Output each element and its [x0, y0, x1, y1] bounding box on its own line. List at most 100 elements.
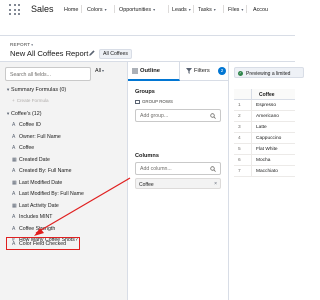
- nav-divider: [246, 5, 247, 13]
- field-label: Last Activity Date: [19, 202, 59, 209]
- nav-item-label: Tasks: [198, 7, 212, 13]
- column-pill-label: Coffee: [139, 181, 154, 188]
- app-launcher-icon[interactable]: [9, 4, 21, 16]
- close-icon[interactable]: ×: [214, 181, 217, 187]
- highlight-box: [6, 237, 80, 250]
- tab-label: Filters: [194, 68, 210, 74]
- table-row: 7 Macchiato: [234, 166, 295, 177]
- outline-icon: [132, 68, 138, 74]
- chevron-down-icon[interactable]: ▾: [31, 43, 33, 47]
- tab-outline[interactable]: Outline: [128, 62, 180, 81]
- pencil-icon[interactable]: [88, 49, 96, 57]
- group-summary-formulas[interactable]: ▼Summary Formulas (0): [6, 87, 66, 93]
- nav-item-home[interactable]: Home: [64, 7, 78, 13]
- add-group-input[interactable]: Add group...: [135, 109, 221, 122]
- chevron-down-icon[interactable]: ▾: [153, 7, 155, 12]
- column-divider: [251, 166, 252, 177]
- field-item[interactable]: A Coffee ID: [12, 122, 41, 128]
- date-field-type-icon: ▦: [12, 202, 17, 209]
- column-divider: [251, 111, 252, 122]
- text-field-type-icon: A: [12, 225, 16, 232]
- nav-item-label: Opportunities: [119, 7, 152, 13]
- group-rows-label: GROUP ROWS: [135, 99, 173, 104]
- column-pill-coffee[interactable]: Coffee ×: [135, 178, 221, 189]
- field-item[interactable]: A Owner: Full Name: [12, 134, 61, 140]
- field-item[interactable]: ▦ Created Date: [12, 157, 50, 163]
- app-name: Sales: [31, 4, 54, 14]
- text-field-type-icon: A: [12, 145, 16, 151]
- nav-item-accounts[interactable]: Accou: [253, 7, 268, 13]
- nav-item-tasks[interactable]: Tasks ▾: [198, 7, 216, 13]
- groups-title: Groups: [135, 89, 155, 95]
- nav-item-leads[interactable]: Leads ▾: [172, 7, 191, 13]
- report-type-menu[interactable]: REPORT▾: [10, 42, 33, 47]
- field-type-filter-label: All: [95, 68, 101, 74]
- preview-status-text: Previewing a limited: [246, 70, 291, 77]
- tab-filters[interactable]: Filters 2: [180, 62, 229, 81]
- field-label: Created By: Full Name: [19, 168, 72, 174]
- text-field-type-icon: A: [12, 214, 16, 220]
- field-item[interactable]: A Last Modified By: Full Name: [12, 191, 84, 197]
- column-divider: [251, 100, 252, 111]
- group-rows-text: GROUP ROWS: [142, 99, 173, 104]
- date-field-type-icon: ▦: [12, 179, 17, 186]
- field-label: Includes MINT: [19, 214, 53, 220]
- preview-panel: ✓ Previewing a limited Coffee 1 Espresso …: [229, 62, 304, 300]
- filter-icon: [186, 68, 192, 74]
- field-type-filter[interactable]: All▾: [95, 68, 104, 74]
- group-coffees[interactable]: ▼Coffee's (12): [6, 111, 42, 117]
- chevron-down-icon[interactable]: ▾: [214, 7, 216, 12]
- add-column-input[interactable]: Add column...: [135, 162, 221, 175]
- nav-divider: [81, 5, 82, 13]
- preview-status: ✓ Previewing a limited: [234, 67, 304, 78]
- nav-divider: [223, 5, 224, 13]
- search-icon: [210, 113, 216, 119]
- field-label: Last Modified Date: [19, 179, 63, 186]
- chevron-down-icon[interactable]: ▾: [105, 7, 107, 12]
- field-item[interactable]: ▦ Last Modified Date: [12, 180, 62, 186]
- nav-item-colors[interactable]: Colors ▾: [87, 7, 107, 13]
- cell-value: Americano: [256, 113, 279, 119]
- create-formula-link[interactable]: + Create Formula: [12, 98, 49, 103]
- tab-label: Outline: [140, 68, 160, 74]
- report-type-label: REPORT: [10, 42, 31, 47]
- chevron-down-icon[interactable]: ▾: [189, 7, 191, 12]
- column-divider: [251, 122, 252, 133]
- chevron-down-icon[interactable]: ▾: [241, 7, 243, 12]
- filter-count-badge: 2: [218, 67, 226, 75]
- field-item[interactable]: ▦ Last Activity Date: [12, 203, 59, 209]
- row-number: 6: [238, 157, 241, 163]
- nav-item-label: Colors: [87, 7, 103, 13]
- table-row: 2 Americano: [234, 111, 295, 122]
- field-label: Last Modified By: Full Name: [19, 191, 84, 197]
- nav-item-label: Files: [228, 7, 240, 13]
- create-formula-label: Create Formula: [16, 98, 49, 103]
- table-row: 5 Flat White: [234, 144, 295, 155]
- cell-value: Mocha: [256, 157, 271, 163]
- chevron-down-icon[interactable]: ▾: [102, 68, 104, 73]
- report-type-badge: All Coffees: [99, 49, 132, 59]
- preview-column-header[interactable]: Coffee: [234, 89, 295, 100]
- field-item[interactable]: A Coffee: [12, 145, 34, 151]
- field-item[interactable]: A Created By: Full Name: [12, 168, 71, 174]
- table-row: 4 Cappuccino: [234, 133, 295, 144]
- field-item[interactable]: A Coffee Strength: [12, 226, 55, 232]
- nav-item-opportunities[interactable]: Opportunities ▾: [119, 7, 155, 13]
- outline-panel: Outline Filters 2 Groups GROUP ROWS Add …: [128, 62, 229, 300]
- check-icon: ✓: [238, 70, 243, 76]
- row-number: 4: [238, 135, 241, 141]
- row-number: 1: [238, 102, 241, 108]
- column-header-label: Coffee: [259, 91, 275, 98]
- cell-value: Latte: [256, 124, 267, 130]
- report-title: New All Coffees Report: [10, 49, 89, 58]
- group-label: Summary Formulas (0): [11, 87, 67, 93]
- group-label: Coffee's (12): [11, 111, 42, 117]
- search-icon: [210, 166, 216, 172]
- search-placeholder: Search all fields...: [10, 71, 51, 78]
- search-fields-input[interactable]: Search all fields...: [5, 67, 91, 81]
- table-row: 1 Espresso: [234, 100, 295, 111]
- nav-item-files[interactable]: Files ▾: [228, 7, 243, 13]
- nav-divider: [193, 5, 194, 13]
- field-item[interactable]: A Includes MINT: [12, 214, 52, 220]
- nav-divider: [114, 5, 115, 13]
